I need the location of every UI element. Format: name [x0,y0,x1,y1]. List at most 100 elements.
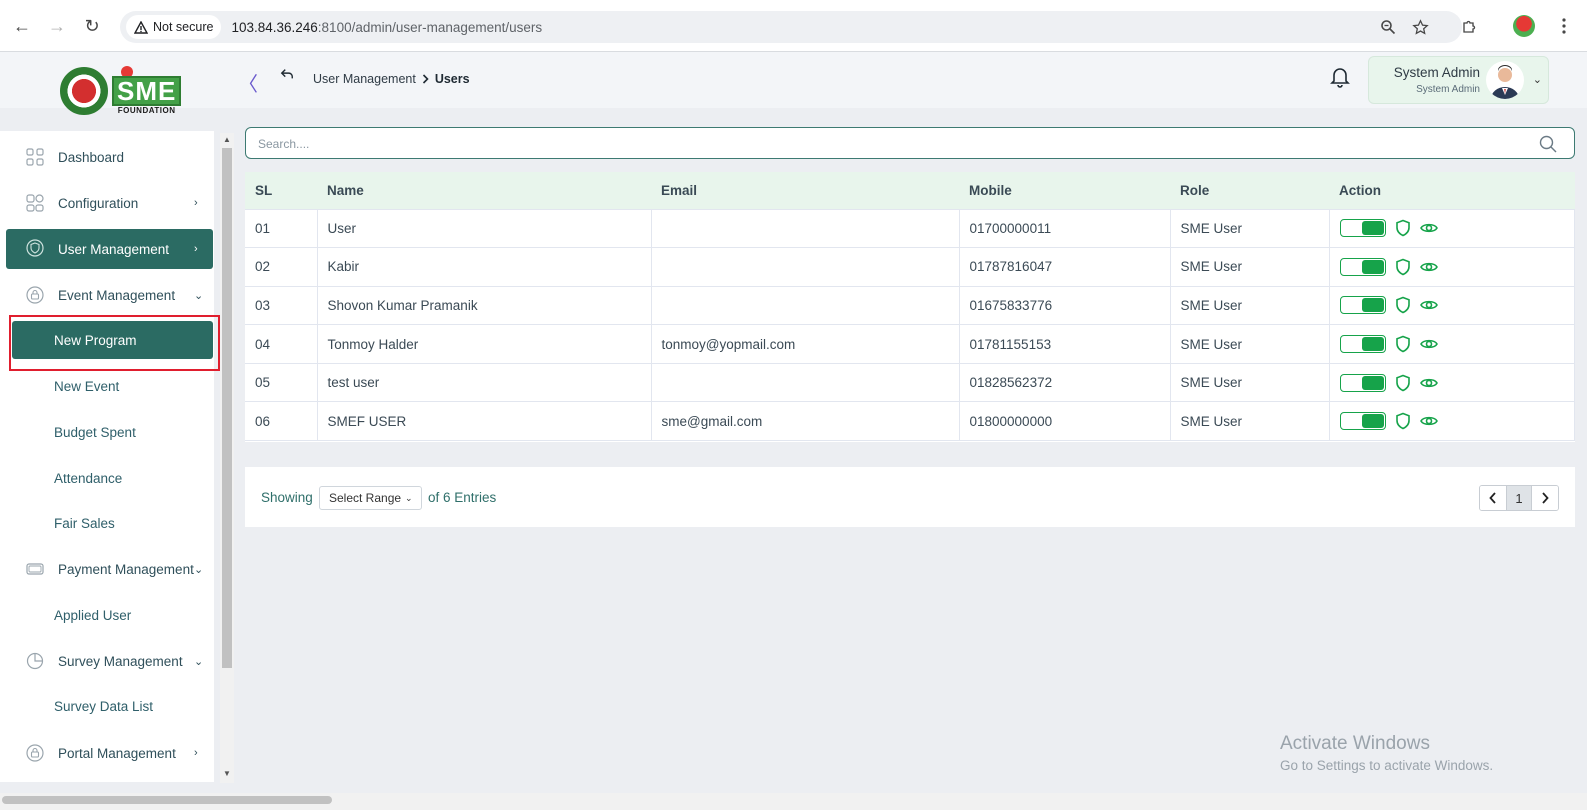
chevron-down-icon: ⌄ [194,563,204,576]
shield-icon [26,239,44,257]
cell-name: Kabir [316,247,652,287]
cell-name: Tonmoy Halder [316,324,652,364]
sidebar-item-label: Configuration [58,195,139,211]
back-arrow-icon[interactable]: ← [10,14,34,38]
zoom-icon[interactable] [1376,15,1400,39]
sidebar-item-event-management[interactable]: Event Management ⌄ [6,276,213,314]
cell-name: Shovon Kumar Pramanik [316,285,652,326]
reload-icon[interactable]: ↻ [80,14,104,38]
shield-icon[interactable] [1394,219,1412,237]
extensions-icon[interactable] [1458,14,1482,38]
range-select-value: Select Range [329,491,402,505]
cell-role: SME User [1169,247,1330,287]
cell-mobile: 01800000000 [958,401,1171,442]
sidebar-item-user-management[interactable]: User Management › [6,229,213,269]
user-role: System Admin [1416,84,1480,95]
table-row: 04 Tonmoy Halder tonmoy@yopmail.com 0178115… [245,324,1575,364]
sidebar-subitem-survey-data-list[interactable]: Survey Data List [12,687,213,725]
chevron-right-icon: › [194,243,198,255]
sidebar-subitem-budget-spent[interactable]: Budget Spent [12,413,213,451]
sme-foundation-logo[interactable]: SME FOUNDATION [60,66,182,115]
pagination-bar: Showing Select Range ⌄ of 6 Entries 1 [245,467,1575,527]
eye-icon[interactable] [1419,219,1438,237]
shield-icon[interactable] [1394,296,1412,314]
sidebar-item-configuration[interactable]: Configuration › [6,184,213,222]
sidebar-collapse-icon[interactable]: 〈 [238,68,258,97]
shield-icon[interactable] [1394,374,1412,392]
status-toggle[interactable] [1339,257,1386,276]
cell-sl: 06 [245,401,318,442]
browser-menu-icon[interactable] [1552,14,1576,38]
search-icon[interactable] [1539,135,1557,153]
scroll-down-arrow-icon[interactable]: ▼ [223,769,231,778]
range-select[interactable]: Select Range ⌄ [319,486,422,510]
eye-icon[interactable] [1419,374,1438,392]
cell-action [1328,285,1575,326]
cell-action [1328,247,1575,287]
cell-role: SME User [1169,324,1330,364]
sidebar-subitem-label: Survey Data List [54,698,154,714]
cell-role: SME User [1169,208,1330,249]
eye-icon[interactable] [1419,258,1438,276]
cell-email: tonmoy@yopmail.com [650,324,960,364]
sidebar-item-label: User Management [58,241,170,257]
sidebar-item-dashboard[interactable]: Dashboard [6,138,213,176]
status-toggle[interactable] [1339,373,1386,392]
horizontal-scrollbar[interactable] [0,793,1587,810]
user-menu[interactable]: System Admin System Admin ⌄ [1368,56,1549,104]
sidebar-subitem-new-event[interactable]: New Event [12,367,213,405]
status-toggle[interactable] [1339,335,1386,354]
profile-avatar-icon[interactable] [1512,14,1536,38]
breadcrumb-parent[interactable]: User Management [313,72,416,86]
eye-icon[interactable] [1419,412,1438,430]
sidebar-item-label: Payment Management [58,561,194,577]
sidebar-subitem-applied-user[interactable]: Applied User [12,596,213,634]
next-page-button[interactable] [1532,486,1558,510]
scrollbar-thumb[interactable] [2,796,332,804]
search-input[interactable] [258,134,1518,154]
notification-bell-icon[interactable] [1330,66,1352,90]
sidebar-item-label: Portal Management [58,745,176,761]
shield-icon[interactable] [1394,258,1412,276]
cell-role: SME User [1169,401,1330,442]
prev-page-button[interactable] [1480,486,1506,510]
sidebar-subitem-fair-sales[interactable]: Fair Sales [12,504,213,542]
forward-arrow-icon[interactable]: → [45,14,69,38]
watermark-title: Activate Windows [1280,733,1430,754]
sidebar-subitem-attendance[interactable]: Attendance [12,459,213,497]
cell-action [1328,208,1575,249]
portal-lock-icon [26,744,44,762]
shield-icon[interactable] [1394,335,1412,353]
cell-email [650,208,960,249]
sidebar-item-survey-management[interactable]: Survey Management ⌄ [6,642,213,680]
status-toggle[interactable] [1339,219,1386,238]
status-toggle[interactable] [1339,412,1386,431]
showing-label: Showing [261,490,313,505]
pie-chart-icon [26,652,44,670]
eye-icon[interactable] [1419,335,1438,353]
cell-mobile: 01700000011 [958,208,1171,249]
scrollbar-thumb[interactable] [222,148,232,668]
sidebar-item-portal-management[interactable]: Portal Management › [6,734,213,772]
cell-mobile: 01675833776 [958,285,1171,326]
column-header-mobile: Mobile [959,172,1170,209]
url-text[interactable]: 103.84.36.246:8100/admin/user-management… [231,20,542,35]
eye-icon[interactable] [1419,296,1438,314]
sidebar-item-payment-management[interactable]: Payment Management ⌄ [6,550,213,588]
grid-icon [26,148,44,166]
undo-back-icon[interactable] [280,66,294,86]
sidebar-item-label: Dashboard [58,149,125,165]
bookmark-star-icon[interactable] [1408,15,1432,39]
status-toggle[interactable] [1339,296,1386,315]
address-bar[interactable]: Not secure 103.84.36.246:8100/admin/user… [120,11,1462,43]
security-chip[interactable]: Not secure [126,15,222,39]
search-field[interactable] [245,127,1575,159]
scroll-up-arrow-icon[interactable]: ▲ [223,135,231,144]
cell-sl: 05 [245,362,318,403]
shield-icon[interactable] [1394,412,1412,430]
sidebar-item-label: Event Management [58,287,176,303]
page-number-button[interactable]: 1 [1506,486,1532,510]
sidebar-scrollbar[interactable]: ▲ ▼ [220,133,234,783]
sidebar-subitem-label: New Event [54,378,120,394]
cell-email [650,362,960,403]
